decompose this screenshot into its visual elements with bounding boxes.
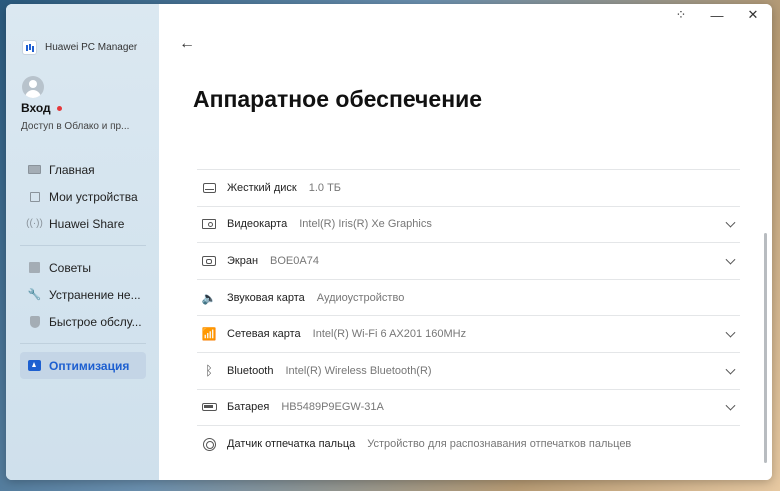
chevron-down-icon[interactable] bbox=[725, 254, 736, 265]
back-arrow-icon[interactable]: ← bbox=[179, 35, 195, 53]
window-controls: ⁘ — ✕ bbox=[670, 6, 764, 24]
sidebar-nav: Главная Мои устройства ((·)) Huawei Shar… bbox=[20, 156, 146, 379]
devices-icon bbox=[28, 190, 41, 203]
app-window: Huawei PC Manager Вход Доступ в Облако и… bbox=[6, 4, 772, 480]
sidebar-item-label: Оптимизация bbox=[49, 358, 130, 373]
hardware-row-disk: Жесткий диск 1.0 ТБ bbox=[197, 170, 740, 207]
sidebar-item-tips[interactable]: Советы bbox=[20, 254, 146, 281]
login-link[interactable]: Вход bbox=[21, 101, 62, 115]
hardware-value: Intel(R) Iris(R) Xe Graphics bbox=[299, 218, 432, 231]
page-title: Аппаратное обеспечение bbox=[193, 86, 483, 112]
sidebar-item-optimization[interactable]: Оптимизация bbox=[20, 352, 146, 379]
login-label: Вход bbox=[21, 101, 51, 115]
hardware-value: Аудиоустройство bbox=[316, 291, 405, 304]
hardware-value: Intel(R) Wireless Bluetooth(R) bbox=[285, 364, 432, 377]
huawei-pc-manager-logo-icon bbox=[22, 40, 37, 55]
wrench-icon: 🔧 bbox=[27, 289, 42, 301]
hardware-list: Жесткий диск 1.0 ТБ Видеокарта Intel(R) … bbox=[197, 169, 740, 463]
hardware-name: Сетевая карта bbox=[227, 328, 301, 341]
home-icon bbox=[28, 163, 41, 176]
hardware-row-network[interactable]: 📶 Сетевая карта Intel(R) Wi-Fi 6 AX201 1… bbox=[197, 316, 740, 353]
snap-layout-button[interactable]: ⁘ bbox=[670, 6, 692, 24]
login-subtitle: Доступ в Облако и пр... bbox=[21, 121, 130, 132]
sidebar-item-label: Устранение не... bbox=[49, 287, 141, 302]
notification-dot bbox=[56, 105, 62, 111]
chevron-down-icon[interactable] bbox=[725, 364, 736, 375]
chevron-down-icon[interactable] bbox=[725, 218, 736, 228]
shield-icon bbox=[28, 315, 41, 328]
scrollbar[interactable] bbox=[764, 233, 767, 463]
speaker-icon: 🔈 bbox=[201, 290, 217, 305]
hardware-name: Звуковая карта bbox=[227, 291, 305, 304]
fingerprint-icon bbox=[201, 436, 217, 452]
main-content: ⁘ — ✕ ← Аппаратное обеспечение Жесткий д… bbox=[159, 4, 772, 480]
hardware-name: Датчик отпечатка пальца bbox=[227, 438, 356, 451]
screen-icon bbox=[201, 253, 217, 269]
hardware-name: Жесткий диск bbox=[227, 181, 297, 194]
sidebar-divider bbox=[20, 245, 146, 246]
sidebar-item-troubleshoot[interactable]: 🔧 Устранение не... bbox=[20, 281, 146, 308]
hardware-row-gpu[interactable]: Видеокарта Intel(R) Iris(R) Xe Graphics bbox=[197, 207, 740, 244]
sidebar-item-label: Мои устройства bbox=[49, 189, 138, 204]
sidebar-item-label: Быстрое обслу... bbox=[49, 314, 142, 329]
minimize-button[interactable]: — bbox=[706, 6, 728, 24]
hardware-row-bluetooth[interactable]: ᛒ Bluetooth Intel(R) Wireless Bluetooth(… bbox=[197, 353, 740, 390]
hardware-row-battery[interactable]: Батарея HB5489P9EGW-31A bbox=[197, 390, 740, 427]
bluetooth-icon: ᛒ bbox=[205, 363, 213, 379]
hardware-name: Батарея bbox=[227, 401, 270, 414]
sidebar-item-label: Huawei Share bbox=[49, 216, 125, 231]
sidebar-item-my-devices[interactable]: Мои устройства bbox=[20, 183, 146, 210]
hardware-value: 1.0 ТБ bbox=[308, 181, 342, 194]
hardware-value: Intel(R) Wi-Fi 6 AX201 160MHz bbox=[312, 328, 467, 341]
sidebar-item-huawei-share[interactable]: ((·)) Huawei Share bbox=[20, 210, 146, 237]
hardware-value: BOE0A74 bbox=[270, 254, 319, 267]
sidebar-item-home[interactable]: Главная bbox=[20, 156, 146, 183]
chevron-down-icon[interactable] bbox=[725, 401, 736, 411]
optimize-icon bbox=[28, 359, 41, 372]
hardware-name: Экран bbox=[227, 254, 259, 267]
chevron-down-icon[interactable] bbox=[725, 327, 736, 338]
tips-icon bbox=[28, 261, 41, 274]
gpu-icon bbox=[201, 216, 217, 232]
battery-icon bbox=[201, 399, 217, 415]
brand: Huawei PC Manager bbox=[22, 40, 137, 55]
hardware-row-fingerprint: Датчик отпечатка пальца Устройство для р… bbox=[197, 426, 740, 463]
hardware-value: Устройство для распознавания отпечатков … bbox=[367, 438, 632, 451]
close-button[interactable]: ✕ bbox=[742, 6, 764, 24]
wifi-icon: 📶 bbox=[201, 327, 217, 342]
hardware-value: HB5489P9EGW-31A bbox=[281, 401, 384, 414]
hardware-row-sound: 🔈 Звуковая карта Аудиоустройство bbox=[197, 280, 740, 317]
sidebar-item-label: Главная bbox=[49, 162, 95, 177]
sidebar-item-label: Советы bbox=[49, 260, 91, 275]
disk-icon bbox=[201, 180, 217, 196]
avatar[interactable] bbox=[22, 76, 44, 98]
sidebar: Huawei PC Manager Вход Доступ в Облако и… bbox=[6, 4, 159, 480]
hardware-row-screen[interactable]: Экран BOE0A74 bbox=[197, 243, 740, 280]
sidebar-divider bbox=[20, 343, 146, 344]
sidebar-item-quick-service[interactable]: Быстрое обслу... bbox=[20, 308, 146, 335]
hardware-name: Bluetooth bbox=[227, 364, 274, 377]
share-icon: ((·)) bbox=[26, 218, 43, 229]
app-name: Huawei PC Manager bbox=[45, 42, 138, 53]
hardware-name: Видеокарта bbox=[227, 218, 288, 231]
